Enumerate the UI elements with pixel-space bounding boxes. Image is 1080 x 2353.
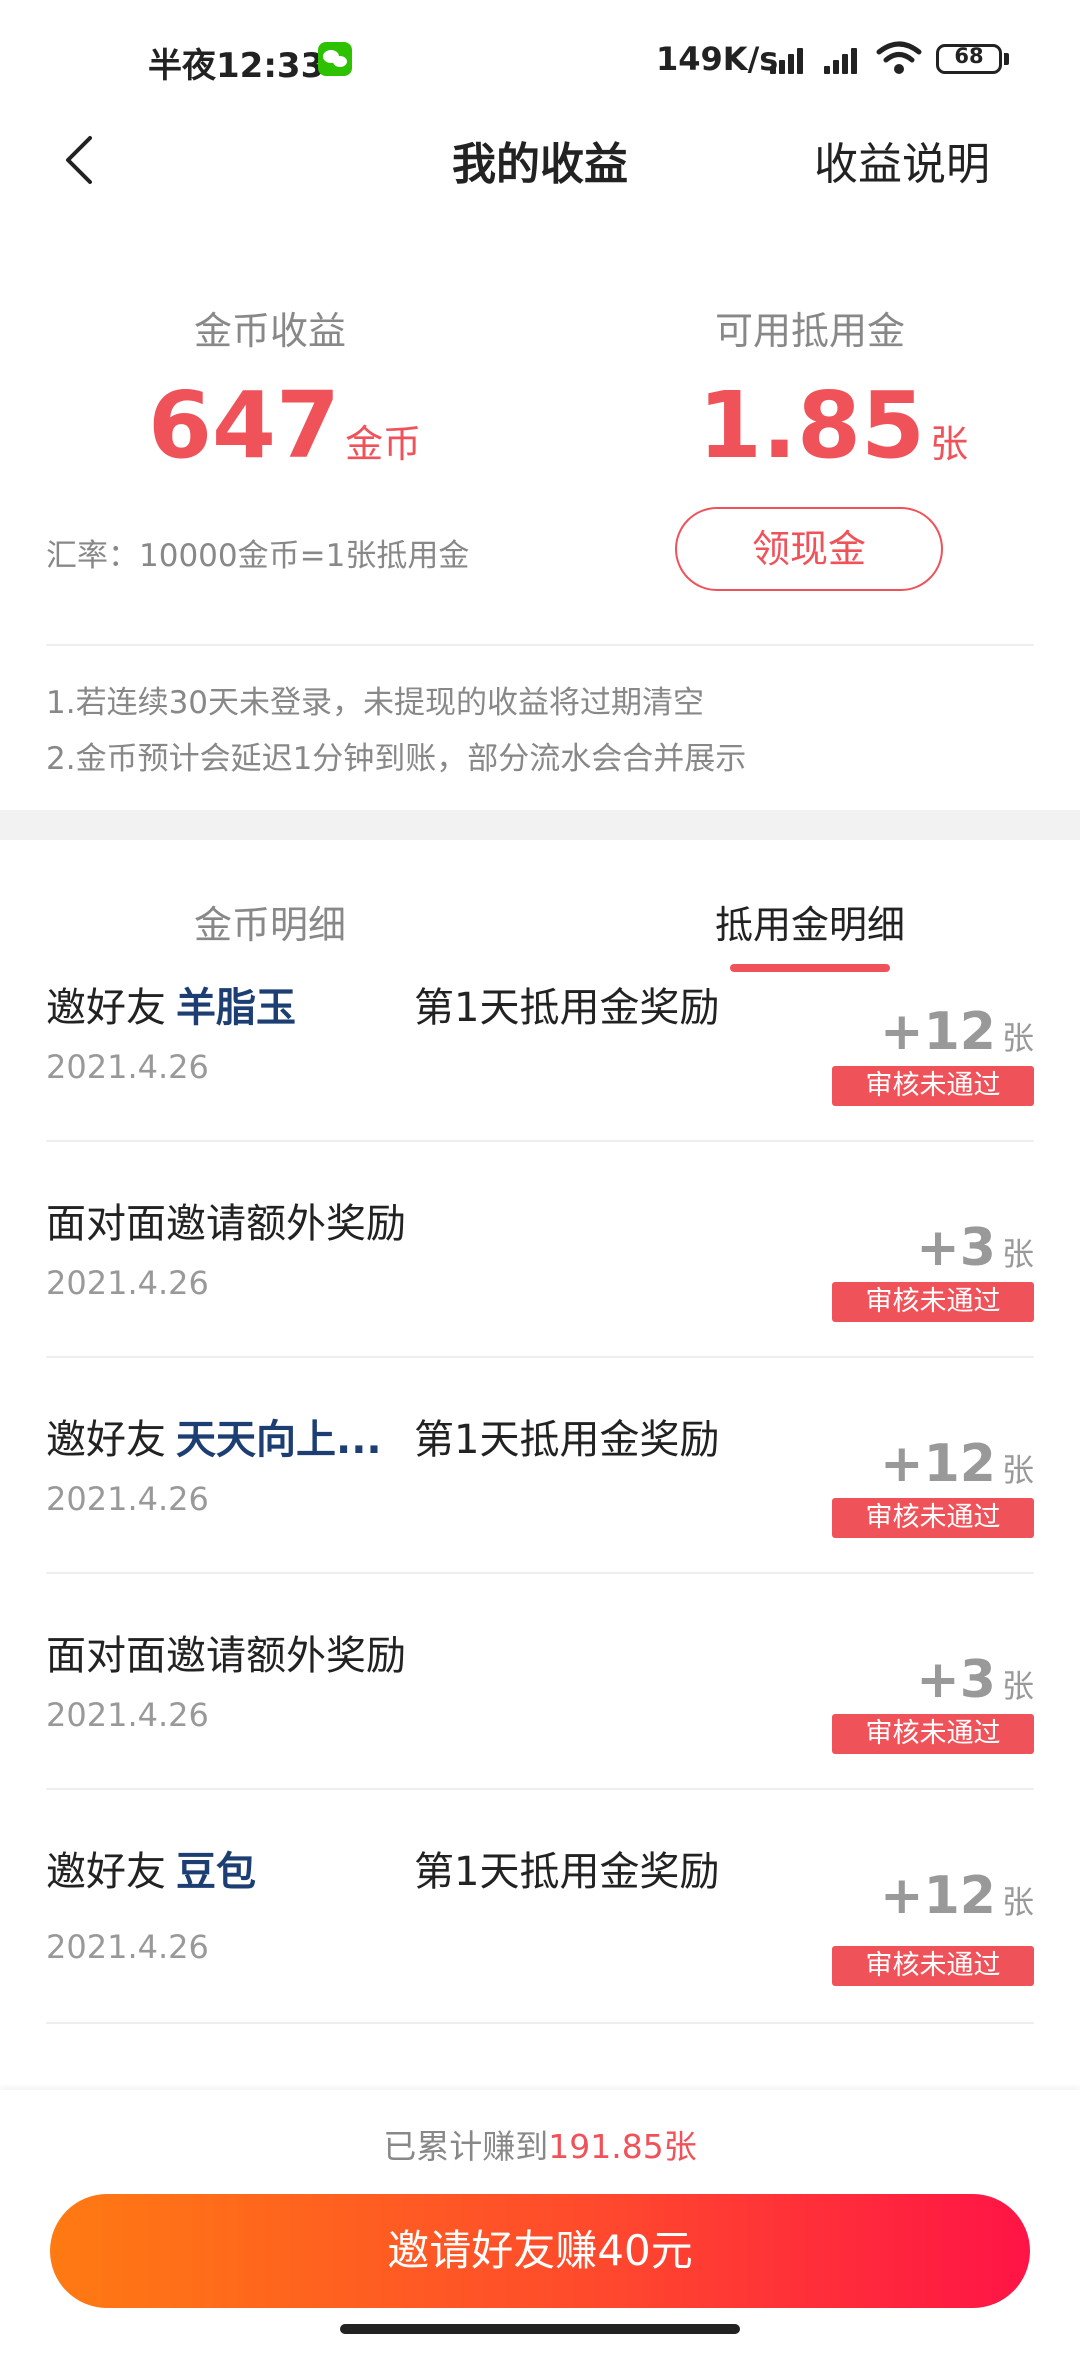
row-separator <box>46 1572 1034 1574</box>
coin-earnings: 647 金币 <box>148 372 421 479</box>
hd-signal-icon <box>824 42 864 74</box>
coin-earnings-label: 金币收益 <box>193 309 346 353</box>
status-badge: 审核未通过 <box>832 1498 1034 1538</box>
record-title: 邀好友 天天向上... <box>46 1417 382 1463</box>
friend-name: 羊脂玉 <box>176 985 296 1031</box>
row-separator <box>46 1788 1034 1790</box>
row-separator <box>46 2022 1034 2024</box>
signal-icon <box>770 42 810 74</box>
section-gap <box>0 810 1080 840</box>
invite-friends-button[interactable]: 邀请好友赚40元 <box>50 2194 1030 2308</box>
tab-voucher-details[interactable]: 抵用金明细 <box>630 894 990 949</box>
status-badge: 审核未通过 <box>832 1714 1034 1754</box>
row-separator <box>46 1140 1034 1142</box>
record-date: 2021.4.26 <box>46 1048 209 1086</box>
withdraw-cash-button[interactable]: 领现金 <box>675 507 943 591</box>
tab-coin-details[interactable]: 金币明细 <box>90 894 450 949</box>
record-date: 2021.4.26 <box>46 1264 209 1302</box>
record-date: 2021.4.26 <box>46 1696 209 1734</box>
record-date: 2021.4.26 <box>46 1480 209 1518</box>
record-amount: +12 张 <box>880 1434 1034 1494</box>
record-title: 邀好友 羊脂玉 <box>46 985 296 1031</box>
friend-name: 豆包 <box>176 1849 256 1895</box>
status-badge: 审核未通过 <box>832 1066 1034 1106</box>
record-reward: 第1天抵用金奖励 <box>414 1417 720 1463</box>
record-date: 2021.4.26 <box>46 1928 209 1966</box>
coin-earnings-unit: 金币 <box>345 422 422 466</box>
wifi-icon <box>876 41 922 74</box>
record-amount: +3 张 <box>916 1650 1034 1710</box>
voucher-balance: 1.85 张 <box>698 372 968 479</box>
home-indicator[interactable] <box>340 2324 740 2334</box>
voucher-value: 1.85 <box>698 372 925 479</box>
wechat-notification-icon <box>318 42 352 76</box>
earnings-explanation-link[interactable]: 收益说明 <box>814 128 990 192</box>
status-badge: 审核未通过 <box>832 1946 1034 1986</box>
status-time: 半夜12:33 <box>148 46 325 86</box>
row-separator <box>46 1356 1034 1358</box>
record-reward: 第1天抵用金奖励 <box>414 985 720 1031</box>
note-1: 1.若连续30天未登录，未提现的收益将过期清空 <box>46 685 705 721</box>
coin-earnings-value: 647 <box>148 372 341 479</box>
active-tab-indicator <box>730 964 890 972</box>
total-earned: 已累计赚到191.85张 <box>383 2127 697 2166</box>
record-amount: +12 张 <box>880 1002 1034 1062</box>
record-amount: +12 张 <box>880 1866 1034 1926</box>
voucher-unit: 张 <box>930 422 969 466</box>
record-reward: 第1天抵用金奖励 <box>414 1849 720 1895</box>
note-2: 2.金币预计会延迟1分钟到账，部分流水会合并展示 <box>46 741 747 777</box>
record-amount: +3 张 <box>916 1218 1034 1278</box>
battery-cap <box>1004 53 1009 65</box>
network-speed: 149K/s <box>656 40 779 78</box>
friend-name: 天天向上... <box>176 1417 382 1463</box>
status-badge: 审核未通过 <box>832 1282 1034 1322</box>
total-earned-value: 191.85张 <box>548 2127 697 2166</box>
exchange-rate: 汇率：10000金币=1张抵用金 <box>46 538 470 574</box>
divider <box>46 644 1034 646</box>
voucher-label: 可用抵用金 <box>714 309 905 353</box>
record-title: 面对面邀请额外奖励 <box>46 1633 406 1679</box>
battery-icon: 68 <box>936 44 1002 74</box>
record-title: 邀好友 豆包 <box>46 1849 256 1895</box>
record-title: 面对面邀请额外奖励 <box>46 1201 406 1247</box>
